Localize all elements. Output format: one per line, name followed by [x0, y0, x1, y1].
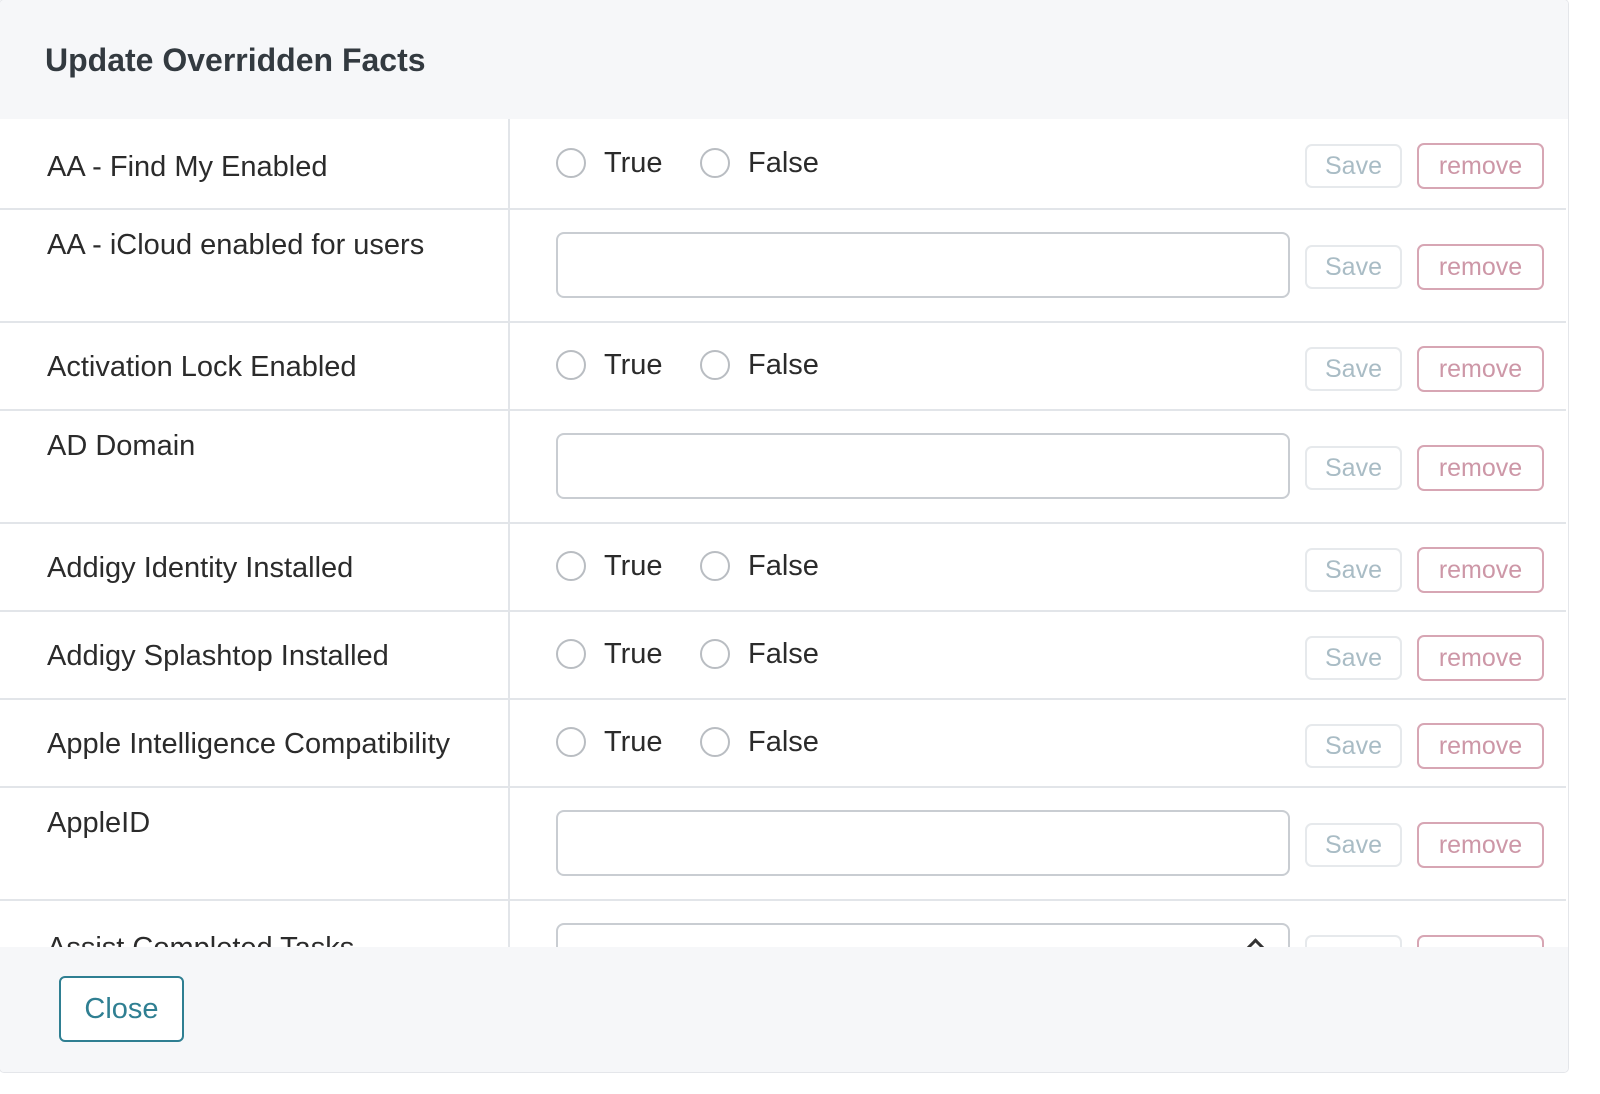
remove-button[interactable]: remove: [1417, 547, 1544, 593]
fact-value-cell: Save remove: [512, 411, 1566, 522]
fact-row: Assist Completed Tasks Save remove: [0, 901, 1566, 947]
fact-label: AA - Find My Enabled: [47, 151, 328, 183]
radio-true-label: True: [604, 726, 663, 758]
modal-header: Update Overridden Facts: [0, 0, 1568, 119]
fact-value-cell: True False Save remove: [512, 119, 1566, 208]
radio-circle[interactable]: [556, 639, 586, 669]
fact-value-select[interactable]: [556, 923, 1290, 947]
fact-label-cell: Apple Intelligence Compatibility: [0, 700, 510, 786]
fact-label: Assist Completed Tasks: [47, 931, 354, 947]
fact-label-cell: AA - Find My Enabled: [0, 119, 510, 208]
fact-label-cell: AD Domain: [0, 411, 510, 522]
fact-label-cell: Addigy Splashtop Installed: [0, 612, 510, 698]
remove-button[interactable]: remove: [1417, 822, 1544, 868]
fact-value-cell: Save remove: [512, 788, 1566, 899]
radio-circle[interactable]: [700, 148, 730, 178]
save-button[interactable]: Save: [1305, 548, 1402, 592]
save-button[interactable]: Save: [1305, 636, 1402, 680]
facts-list[interactable]: AA - Find My Enabled True False Save rem…: [0, 119, 1568, 947]
fact-label: AppleID: [47, 807, 151, 839]
radio-false-label: False: [748, 147, 819, 179]
radio-false-label: False: [748, 550, 819, 582]
update-facts-modal: Update Overridden Facts AA - Find My Ena…: [0, 0, 1568, 1072]
remove-button[interactable]: remove: [1417, 346, 1544, 392]
fact-label: AA - iCloud enabled for users: [47, 229, 425, 261]
fact-value-cell: True False Save remove: [512, 612, 1566, 698]
remove-button[interactable]: remove: [1417, 244, 1544, 290]
radio-circle[interactable]: [556, 727, 586, 757]
save-button[interactable]: Save: [1305, 347, 1402, 391]
remove-button[interactable]: remove: [1417, 935, 1544, 947]
chevron-up-icon: [1246, 938, 1265, 947]
radio-true-label: True: [604, 638, 663, 670]
radio-circle[interactable]: [556, 551, 586, 581]
fact-label: Apple Intelligence Compatibility: [47, 728, 450, 760]
modal-footer: Close: [0, 947, 1568, 1072]
save-button[interactable]: Save: [1305, 245, 1402, 289]
fact-value-input[interactable]: [556, 810, 1290, 876]
fact-row: Addigy Splashtop Installed True False Sa…: [0, 612, 1566, 700]
fact-value-input[interactable]: [556, 232, 1290, 298]
fact-label-cell: AA - iCloud enabled for users: [0, 210, 510, 321]
radio-circle[interactable]: [556, 148, 586, 178]
remove-button[interactable]: remove: [1417, 723, 1544, 769]
fact-value-input[interactable]: [556, 433, 1290, 499]
radio-false-label: False: [748, 349, 819, 381]
fact-label-cell: Activation Lock Enabled: [0, 323, 510, 409]
radio-circle[interactable]: [700, 639, 730, 669]
save-button[interactable]: Save: [1305, 446, 1402, 490]
radio-false-label: False: [748, 726, 819, 758]
fact-row: Activation Lock Enabled True False Save …: [0, 323, 1566, 411]
radio-true-label: True: [604, 349, 663, 381]
fact-label-cell: Addigy Identity Installed: [0, 524, 510, 610]
radio-true-label: True: [604, 147, 663, 179]
fact-label-cell: AppleID: [0, 788, 510, 899]
fact-row: AD Domain Save remove: [0, 411, 1566, 524]
save-button[interactable]: Save: [1305, 144, 1402, 188]
radio-circle[interactable]: [700, 727, 730, 757]
fact-row: AA - iCloud enabled for users Save remov…: [0, 210, 1566, 323]
remove-button[interactable]: remove: [1417, 143, 1544, 189]
fact-label: AD Domain: [47, 430, 196, 462]
fact-value-cell: True False Save remove: [512, 700, 1566, 786]
fact-row: AA - Find My Enabled True False Save rem…: [0, 119, 1566, 210]
fact-row: AppleID Save remove: [0, 788, 1566, 901]
radio-circle[interactable]: [556, 350, 586, 380]
close-button[interactable]: Close: [59, 976, 184, 1042]
fact-label: Activation Lock Enabled: [47, 351, 357, 383]
radio-circle[interactable]: [700, 551, 730, 581]
fact-row: Apple Intelligence Compatibility True Fa…: [0, 700, 1566, 788]
fact-value-cell: Save remove: [512, 901, 1566, 947]
fact-label-cell: Assist Completed Tasks: [0, 901, 510, 947]
fact-label: Addigy Splashtop Installed: [47, 640, 389, 672]
fact-value-cell: True False Save remove: [512, 323, 1566, 409]
radio-false-label: False: [748, 638, 819, 670]
fact-row: Addigy Identity Installed True False Sav…: [0, 524, 1566, 612]
save-button[interactable]: Save: [1305, 935, 1402, 947]
radio-circle[interactable]: [700, 350, 730, 380]
fact-value-cell: True False Save remove: [512, 524, 1566, 610]
save-button[interactable]: Save: [1305, 823, 1402, 867]
fact-value-cell: Save remove: [512, 210, 1566, 321]
remove-button[interactable]: remove: [1417, 635, 1544, 681]
remove-button[interactable]: remove: [1417, 445, 1544, 491]
save-button[interactable]: Save: [1305, 724, 1402, 768]
radio-true-label: True: [604, 550, 663, 582]
modal-title: Update Overridden Facts: [45, 42, 426, 78]
fact-label: Addigy Identity Installed: [47, 552, 354, 584]
